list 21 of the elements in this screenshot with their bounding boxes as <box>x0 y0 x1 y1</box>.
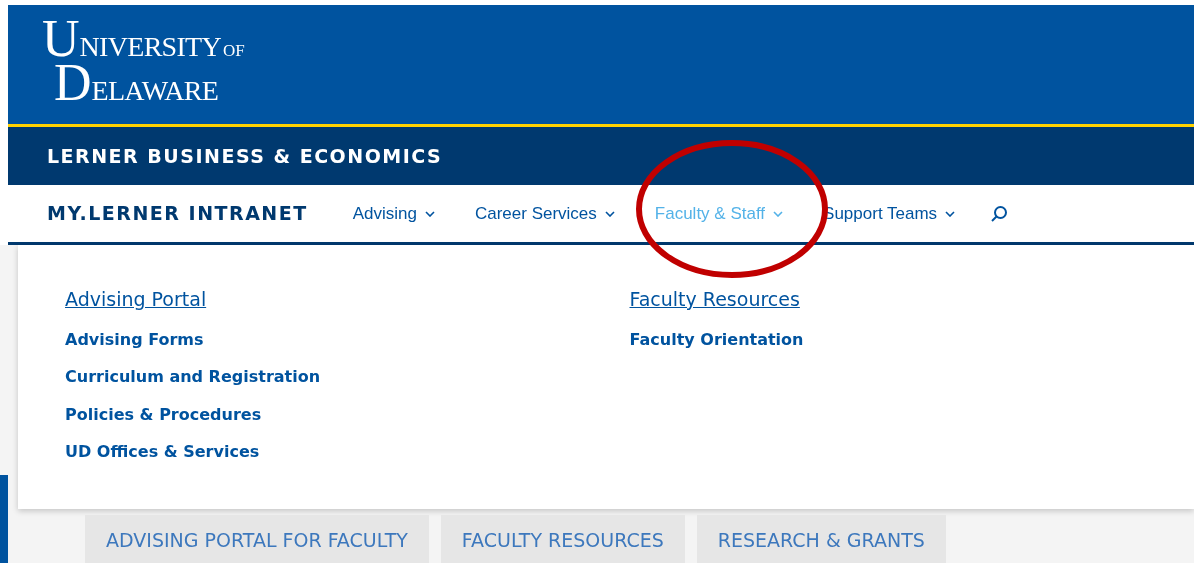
dropdown-heading-link[interactable]: Faculty Resources <box>629 285 800 314</box>
section-tab[interactable]: ADVISING PORTAL FOR FACULTY <box>85 515 429 563</box>
logo-wordmark-line[interactable]: UNIVERSITYOF <box>42 17 245 61</box>
section-tab[interactable]: FACULTY RESOURCES <box>440 515 685 563</box>
dropdown-link[interactable]: Curriculum and Registration <box>65 365 321 403</box>
college-title[interactable]: LERNER BUSINESS & ECONOMICS <box>47 141 443 171</box>
section-tab[interactable]: RESEARCH & GRANTS <box>696 515 946 563</box>
chevron-down-icon <box>604 210 615 217</box>
search-icon[interactable] <box>990 204 1009 223</box>
nav-menu-item[interactable]: Career Services <box>469 194 620 233</box>
nav-menu-item[interactable]: Advising <box>347 194 440 233</box>
logo-wordmark-line[interactable]: DELAWARE <box>54 61 245 105</box>
dropdown-link[interactable]: UD Offices & Services <box>65 440 260 478</box>
chevron-down-icon <box>773 210 784 217</box>
dropdown-link[interactable]: Faculty Orientation <box>629 327 804 365</box>
chevron-down-icon <box>945 210 956 217</box>
dropdown-link[interactable]: Advising Forms <box>65 327 204 365</box>
dropdown-heading-link[interactable]: Advising Portal <box>65 285 207 314</box>
chevron-down-icon <box>424 210 435 217</box>
dropdown-link[interactable]: Policies & Procedures <box>65 402 262 440</box>
intranet-title[interactable]: MY.LERNER INTRANET <box>47 199 308 228</box>
